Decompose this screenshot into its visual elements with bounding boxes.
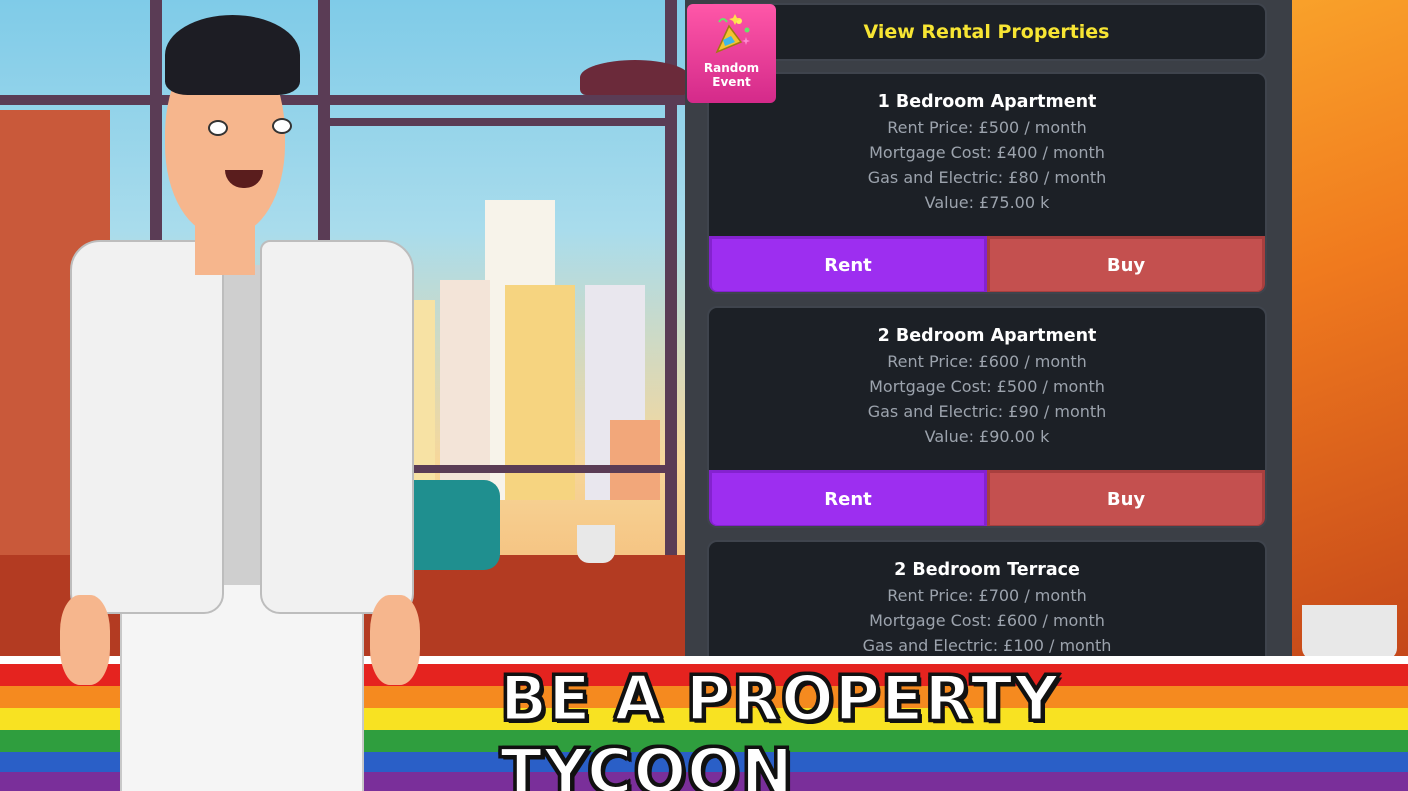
ceiling-lamp: [580, 60, 690, 95]
mortgage-cost: Mortgage Cost: £400 / month: [869, 143, 1105, 162]
character-jacket: [260, 240, 414, 614]
rent-price: Rent Price: £600 / month: [887, 352, 1087, 371]
property-name: 2 Bedroom Apartment: [877, 326, 1097, 346]
mortgage-cost: Mortgage Cost: £500 / month: [869, 377, 1105, 396]
buy-button[interactable]: Buy: [987, 236, 1265, 292]
view-rental-properties-button[interactable]: View Rental Properties: [706, 3, 1267, 61]
character-hand: [370, 595, 420, 685]
property-name: 1 Bedroom Apartment: [877, 92, 1097, 112]
character-eye: [208, 120, 228, 136]
property-details: Rent Price: £600 / month Mortgage Cost: …: [709, 349, 1265, 449]
random-event-button[interactable]: Random Event: [687, 4, 776, 103]
rent-price: Rent Price: £700 / month: [887, 586, 1087, 605]
city-building: [610, 420, 660, 500]
gas-electric-cost: Gas and Electric: £90 / month: [867, 402, 1107, 421]
plant-pot: [577, 525, 615, 563]
character-hand: [60, 595, 110, 685]
rent-button[interactable]: Rent: [709, 470, 987, 526]
rent-button[interactable]: Rent: [709, 236, 987, 292]
gas-electric-cost: Gas and Electric: £100 / month: [862, 636, 1112, 655]
banner-title: BE A PROPERTY TYCOON: [499, 661, 1061, 791]
character-eye: [272, 118, 292, 134]
right-background: [1292, 0, 1408, 660]
plant-pot: [1302, 605, 1397, 660]
random-event-label: Random Event: [692, 61, 772, 89]
buy-button[interactable]: Buy: [987, 470, 1265, 526]
character-hair: [165, 15, 300, 95]
mortgage-cost: Mortgage Cost: £600 / month: [869, 611, 1105, 630]
random-event-label-line1: Random: [703, 61, 760, 75]
property-card: 1 Bedroom Apartment Rent Price: £500 / m…: [707, 72, 1267, 294]
character-jacket: [70, 240, 224, 614]
property-details: Rent Price: £500 / month Mortgage Cost: …: [709, 115, 1265, 215]
property-value: Value: £75.00 k: [924, 193, 1050, 212]
party-popper-icon: [715, 14, 750, 54]
random-event-label-line2: Event: [712, 75, 751, 89]
property-name: 2 Bedroom Terrace: [894, 560, 1080, 580]
property-value: Value: £90.00 k: [924, 427, 1050, 446]
header-title: View Rental Properties: [863, 21, 1110, 43]
card-actions: Rent Buy: [709, 470, 1265, 526]
property-card: 2 Bedroom Apartment Rent Price: £600 / m…: [707, 306, 1267, 528]
card-actions: Rent Buy: [709, 236, 1265, 292]
game-scene: View Rental Properties Random Event 1 Be…: [0, 0, 1408, 791]
character-avatar: [60, 15, 420, 791]
rent-price: Rent Price: £500 / month: [887, 118, 1087, 137]
property-details: Rent Price: £700 / month Mortgage Cost: …: [709, 583, 1265, 658]
gas-electric-cost: Gas and Electric: £80 / month: [867, 168, 1107, 187]
